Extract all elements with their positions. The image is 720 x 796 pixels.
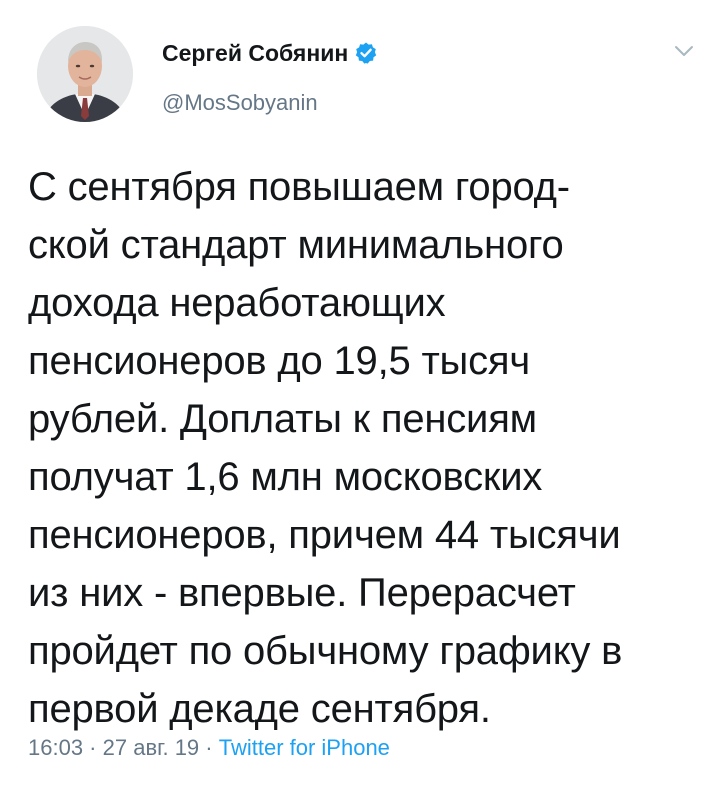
tweet-text-line: из них - впервые. Перерасчет xyxy=(28,571,576,615)
tweet-text-line: пройдет по обычному графику в xyxy=(28,629,623,673)
author-display-name[interactable]: Сергей Собянин xyxy=(162,40,348,67)
tweet-source-link[interactable]: Twitter for iPhone xyxy=(219,735,390,760)
tweet-text-line: рублей. Доплаты к пенсиям xyxy=(28,397,537,441)
chevron-down-icon[interactable] xyxy=(672,42,696,60)
tweet-meta: 16:03 · 27 авг. 19 · Twitter for iPhone xyxy=(28,733,390,763)
tweet-text-line: ской стандарт минимального xyxy=(28,223,564,267)
tweet-date[interactable]: 27 авг. 19 xyxy=(103,735,200,760)
tweet-text-line: пенсионеров, причем 44 тысячи xyxy=(28,513,621,557)
avatar[interactable] xyxy=(37,26,133,122)
tweet-text-line: первой декаде сентября. xyxy=(28,687,491,731)
tweet-text: С сентября повышаем город- ской стандарт… xyxy=(28,158,712,738)
tweet-time[interactable]: 16:03 xyxy=(28,735,83,760)
tweet-text-line: получат 1,6 млн московских xyxy=(28,455,543,499)
author-handle[interactable]: @MosSobyanin xyxy=(162,90,318,116)
meta-separator: · xyxy=(199,735,219,760)
author-name-row: Сергей Собянин xyxy=(162,36,378,70)
tweet-card: Сергей Собянин @MosSobyanin С сентября п… xyxy=(0,0,720,796)
verified-badge-icon xyxy=(354,41,378,65)
profile-photo-icon xyxy=(37,26,133,122)
meta-separator: · xyxy=(83,735,103,760)
tweet-text-line: дохода неработающих xyxy=(28,281,446,325)
tweet-text-line: С сентября повышаем город- xyxy=(28,165,570,209)
tweet-text-line: пенсионеров до 19,5 тысяч xyxy=(28,339,531,383)
